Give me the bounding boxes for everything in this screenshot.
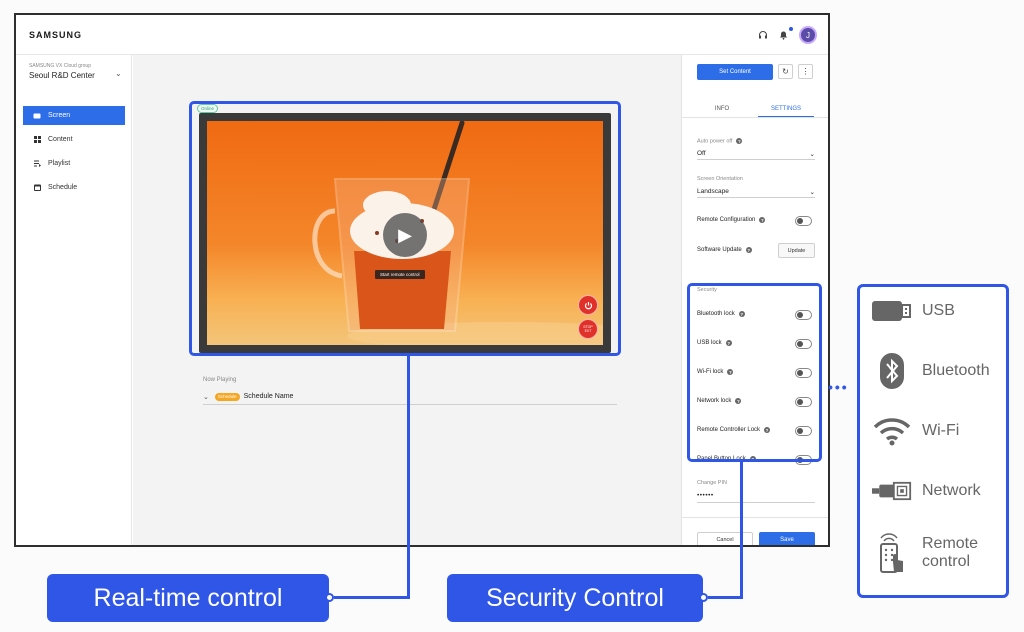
- org-group-label: SAMSUNG VX Cloud group: [29, 63, 91, 69]
- bluetooth-icon: [872, 353, 912, 389]
- legend-remote-label: Remote control: [922, 535, 979, 570]
- now-playing-label: Now Playing: [203, 377, 237, 383]
- usb-icon: [872, 295, 912, 327]
- legend-usb-label: USB: [922, 302, 955, 319]
- legend-network-label: Network: [922, 482, 981, 499]
- chevron-down-icon: ⌄: [809, 150, 815, 158]
- top-bar: SAMSUNG J: [16, 15, 828, 55]
- schedule-badge: Schedule: [214, 392, 240, 401]
- remote-config-toggle[interactable]: [795, 216, 812, 226]
- headset-icon[interactable]: [756, 28, 770, 42]
- tab-settings[interactable]: SETTINGS: [758, 101, 814, 117]
- security-highlight: [687, 283, 822, 462]
- realtime-connector: [334, 596, 410, 599]
- tab-divider: [682, 117, 828, 118]
- security-connector: [740, 462, 743, 598]
- sidebar-item-content[interactable]: Content: [23, 130, 125, 149]
- page: SAMSUNG J SAMSUNG VX Cloud group Seoul R…: [0, 0, 1024, 632]
- help-icon[interactable]: ?: [745, 247, 752, 253]
- sidebar-item-screen[interactable]: Screen: [23, 106, 125, 125]
- schedule-name: Schedule Name: [243, 393, 294, 400]
- cancel-button[interactable]: Cancel: [697, 532, 753, 545]
- wifi-icon: [872, 415, 912, 447]
- sidebar: SAMSUNG VX Cloud group Seoul R&D Center …: [16, 55, 132, 545]
- sidebar-item-label: Schedule: [48, 184, 78, 191]
- update-button[interactable]: Update: [778, 243, 815, 258]
- chevron-down-icon: ⌄: [809, 188, 815, 196]
- org-name[interactable]: Seoul R&D Center: [29, 71, 95, 80]
- sidebar-item-label: Playlist: [48, 160, 71, 167]
- bell-icon[interactable]: [776, 28, 790, 42]
- callout-dot: [699, 593, 708, 602]
- help-icon[interactable]: ?: [736, 138, 743, 144]
- set-content-button[interactable]: Set Content: [697, 64, 773, 80]
- chevron-down-icon[interactable]: ⌄: [203, 393, 209, 401]
- list-icon: [33, 160, 41, 167]
- tab-info[interactable]: INFO: [697, 101, 747, 117]
- legend-remote: Remote control: [872, 533, 979, 573]
- user-avatar-icon[interactable]: J: [799, 26, 817, 44]
- orientation-select[interactable]: Landscape ⌄: [697, 186, 815, 198]
- sidebar-item-label: Content: [48, 136, 73, 143]
- realtime-connector: [407, 356, 410, 598]
- save-button[interactable]: Save: [759, 532, 815, 545]
- screen-icon: [33, 112, 41, 119]
- security-legend: USB Bluetooth Wi-Fi Network Remote contro…: [857, 284, 1009, 598]
- dotted-connector: •••: [828, 379, 849, 395]
- refresh-icon[interactable]: ↻: [778, 64, 793, 79]
- now-playing-row[interactable]: ⌄ Schedule Schedule Name: [203, 389, 617, 405]
- auto-power-off-select[interactable]: Off ⌄: [697, 148, 815, 160]
- footer-divider: [682, 517, 828, 518]
- legend-network: Network: [872, 475, 981, 507]
- security-connector: [708, 596, 743, 599]
- sidebar-item-playlist[interactable]: Playlist: [23, 154, 125, 173]
- legend-bluetooth: Bluetooth: [872, 353, 990, 389]
- chevron-down-icon[interactable]: ⌄: [115, 69, 122, 78]
- security-control-callout: Security Control: [447, 574, 703, 622]
- realtime-control-callout: Real-time control: [47, 574, 329, 622]
- pin-field[interactable]: ••••••: [697, 492, 815, 503]
- auto-power-off-label: Auto power off?: [697, 138, 743, 145]
- legend-wifi-label: Wi-Fi: [922, 422, 960, 439]
- calendar-icon: [33, 184, 41, 191]
- software-update-label: Software Update?: [697, 247, 752, 253]
- change-pin-label: Change PIN: [697, 480, 727, 486]
- legend-wifi: Wi-Fi: [872, 415, 959, 447]
- callout-dot: [325, 593, 334, 602]
- legend-usb: USB: [872, 295, 955, 327]
- realtime-highlight: [189, 101, 621, 356]
- more-icon[interactable]: ⋮: [798, 64, 813, 79]
- sidebar-item-schedule[interactable]: Schedule: [23, 178, 125, 197]
- help-icon[interactable]: ?: [759, 217, 766, 223]
- orientation-label: Screen Orientation: [697, 176, 743, 182]
- legend-bluetooth-label: Bluetooth: [922, 362, 990, 379]
- samsung-logo: SAMSUNG: [29, 30, 83, 40]
- network-icon: [872, 475, 912, 507]
- notification-dot: [789, 27, 793, 31]
- grid-icon: [33, 136, 41, 143]
- remote-config-label: Remote Configuration?: [697, 217, 766, 223]
- remote-control-icon: [872, 533, 912, 573]
- sidebar-item-label: Screen: [48, 112, 71, 119]
